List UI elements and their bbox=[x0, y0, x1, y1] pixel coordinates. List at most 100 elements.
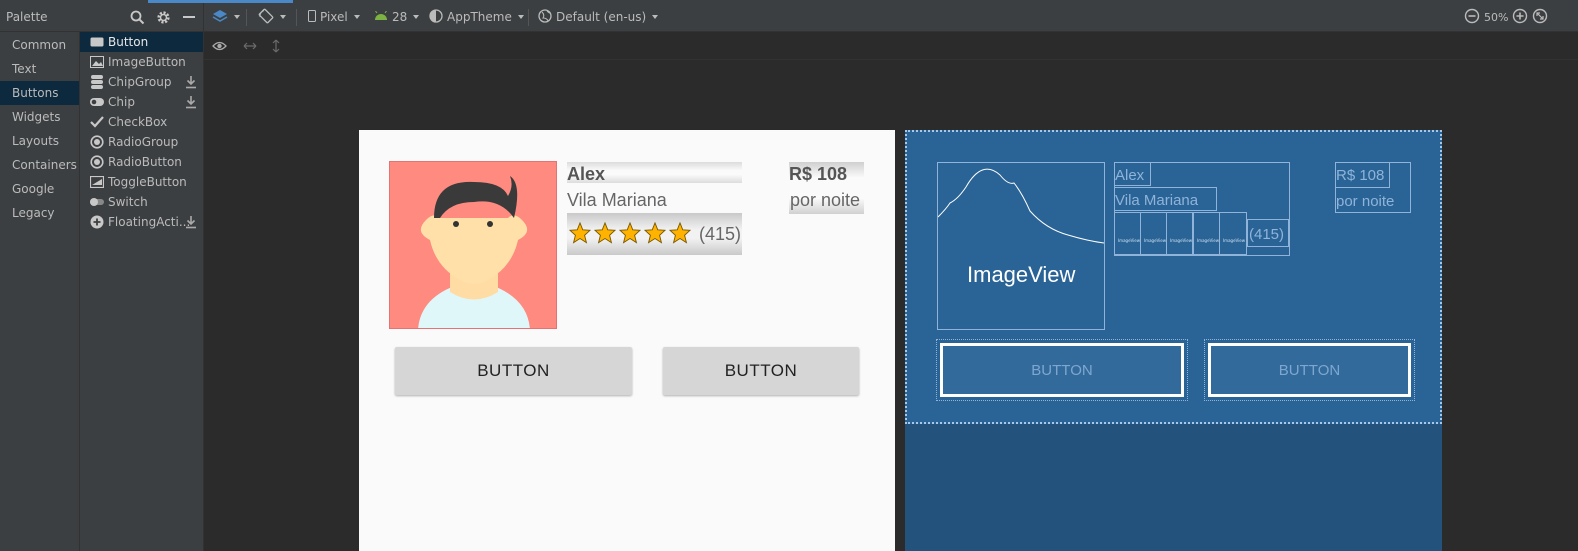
blueprint-name: Alex bbox=[1115, 167, 1145, 184]
device-dropdown[interactable]: Pixel bbox=[308, 3, 360, 31]
design-preview[interactable]: Alex Vila Mariana (415) R$ 108 por noite… bbox=[359, 130, 895, 551]
palette-item-switch[interactable]: Switch bbox=[80, 192, 203, 212]
phone-icon bbox=[308, 9, 316, 25]
palette-header: Palette bbox=[0, 3, 204, 32]
star-icon bbox=[669, 222, 691, 244]
host-location[interactable]: Vila Mariana bbox=[567, 190, 667, 211]
blueprint-button-2[interactable]: BUTTON bbox=[1204, 339, 1415, 401]
blueprint-star-label: ImageView bbox=[1118, 238, 1141, 243]
zoom-out-icon[interactable] bbox=[1464, 8, 1480, 27]
palette-item-label: Chip bbox=[108, 95, 135, 109]
rating-stars[interactable] bbox=[569, 222, 691, 244]
theme-dropdown[interactable]: AppTheme bbox=[429, 3, 524, 31]
switch-icon bbox=[90, 195, 104, 209]
download-icon[interactable] bbox=[185, 75, 197, 89]
category-widgets[interactable]: Widgets bbox=[0, 105, 79, 129]
avatar-illustration bbox=[390, 162, 556, 328]
palette-item-radiogroup[interactable]: RadioGroup bbox=[80, 132, 203, 152]
orientation-dropdown[interactable] bbox=[258, 3, 286, 31]
star-icon bbox=[594, 222, 616, 244]
rotate-icon bbox=[258, 8, 274, 27]
download-icon[interactable] bbox=[185, 215, 197, 229]
blueprint-place: Vila Mariana bbox=[1115, 192, 1199, 209]
palette-categories: Common Text Buttons Widgets Layouts Cont… bbox=[0, 32, 80, 551]
button-icon bbox=[90, 35, 104, 49]
category-common[interactable]: Common bbox=[0, 33, 79, 57]
price-label[interactable]: R$ 108 bbox=[789, 164, 847, 185]
star-icon bbox=[569, 222, 591, 244]
search-icon[interactable] bbox=[128, 8, 146, 26]
category-google[interactable]: Google bbox=[0, 177, 79, 201]
palette-item-button[interactable]: Button bbox=[80, 32, 203, 52]
blueprint-star bbox=[1140, 212, 1167, 255]
palette-item-label: ToggleButton bbox=[108, 175, 187, 189]
blueprint-price: R$ 108 bbox=[1336, 167, 1385, 184]
locale-label: Default (en-us) bbox=[556, 10, 647, 24]
radio-icon bbox=[90, 135, 104, 149]
star-icon bbox=[644, 222, 666, 244]
toggle-icon bbox=[90, 175, 104, 189]
chevron-down-icon bbox=[353, 15, 360, 19]
palette-items: Button ImageButton ChipGroup Chip CheckB… bbox=[80, 32, 204, 551]
view-options-bar bbox=[204, 32, 1578, 60]
palette-item-checkbox[interactable]: CheckBox bbox=[80, 112, 203, 132]
palette-title: Palette bbox=[6, 10, 48, 24]
avatar-imageview[interactable] bbox=[389, 161, 557, 329]
gear-icon[interactable] bbox=[154, 8, 172, 26]
zoom-fit-icon[interactable] bbox=[1532, 8, 1548, 27]
category-text[interactable]: Text bbox=[0, 57, 79, 81]
eye-icon[interactable] bbox=[211, 38, 227, 54]
category-legacy[interactable]: Legacy bbox=[0, 201, 79, 225]
palette-item-togglebutton[interactable]: ToggleButton bbox=[80, 172, 203, 192]
button-1[interactable]: BUTTON bbox=[395, 347, 632, 395]
locale-dropdown[interactable]: Default (en-us) bbox=[538, 3, 659, 31]
per-night-label[interactable]: por noite bbox=[790, 190, 860, 211]
download-icon[interactable] bbox=[185, 95, 197, 109]
button-2[interactable]: BUTTON bbox=[663, 347, 859, 395]
palette-item-floatingactionbutton[interactable]: FloatingActi... bbox=[80, 212, 203, 232]
design-surface-dropdown[interactable] bbox=[212, 3, 240, 31]
palette-item-label: ImageButton bbox=[108, 55, 186, 69]
chevron-down-icon bbox=[517, 15, 524, 19]
palette-item-chipgroup[interactable]: ChipGroup bbox=[80, 72, 203, 92]
globe-icon bbox=[538, 8, 552, 26]
api-level-dropdown[interactable]: 28 bbox=[374, 3, 420, 31]
expand-vertical-icon[interactable] bbox=[268, 38, 284, 54]
chip-icon bbox=[90, 95, 104, 109]
blueprint-star bbox=[1193, 212, 1220, 255]
category-buttons[interactable]: Buttons bbox=[0, 81, 79, 105]
palette-item-label: ChipGroup bbox=[108, 75, 172, 89]
imageview-label: ImageView bbox=[967, 262, 1076, 287]
chevron-down-icon bbox=[413, 15, 420, 19]
category-containers[interactable]: Containers bbox=[0, 153, 79, 177]
toolbar-divider bbox=[528, 9, 529, 26]
api-level-label: 28 bbox=[392, 10, 408, 24]
host-name[interactable]: Alex bbox=[567, 164, 605, 185]
category-layouts[interactable]: Layouts bbox=[0, 129, 79, 153]
palette-item-label: RadioButton bbox=[108, 155, 182, 169]
palette-item-radiobutton[interactable]: RadioButton bbox=[80, 152, 203, 172]
palette-item-imagebutton[interactable]: ImageButton bbox=[80, 52, 203, 72]
blueprint-star-label: ImageView bbox=[1170, 238, 1193, 243]
blueprint-imageview[interactable] bbox=[937, 162, 1105, 330]
radio-icon bbox=[90, 155, 104, 169]
minimize-icon[interactable] bbox=[180, 8, 198, 26]
chevron-down-icon bbox=[280, 15, 286, 19]
layers-icon bbox=[212, 9, 228, 26]
blueprint-star-label: ImageView bbox=[1197, 238, 1220, 243]
plus-icon bbox=[90, 215, 104, 229]
theme-label: AppTheme bbox=[447, 10, 512, 24]
palette-item-chip[interactable]: Chip bbox=[80, 92, 203, 112]
palette-item-label: FloatingActi... bbox=[108, 215, 191, 229]
zoom-in-icon[interactable] bbox=[1512, 8, 1528, 27]
blueprint-star bbox=[1114, 212, 1141, 255]
chipgroup-icon bbox=[90, 75, 104, 89]
rating-count[interactable]: (415) bbox=[699, 224, 741, 245]
blueprint-button-1[interactable]: BUTTON bbox=[936, 339, 1188, 401]
blueprint-per-night: por noite bbox=[1336, 193, 1395, 210]
image-placeholder-icon bbox=[938, 168, 1104, 244]
expand-horizontal-icon[interactable] bbox=[242, 38, 258, 54]
zoom-controls: 50% bbox=[1464, 3, 1548, 31]
chevron-down-icon bbox=[234, 15, 240, 19]
palette-item-label: Switch bbox=[108, 195, 148, 209]
